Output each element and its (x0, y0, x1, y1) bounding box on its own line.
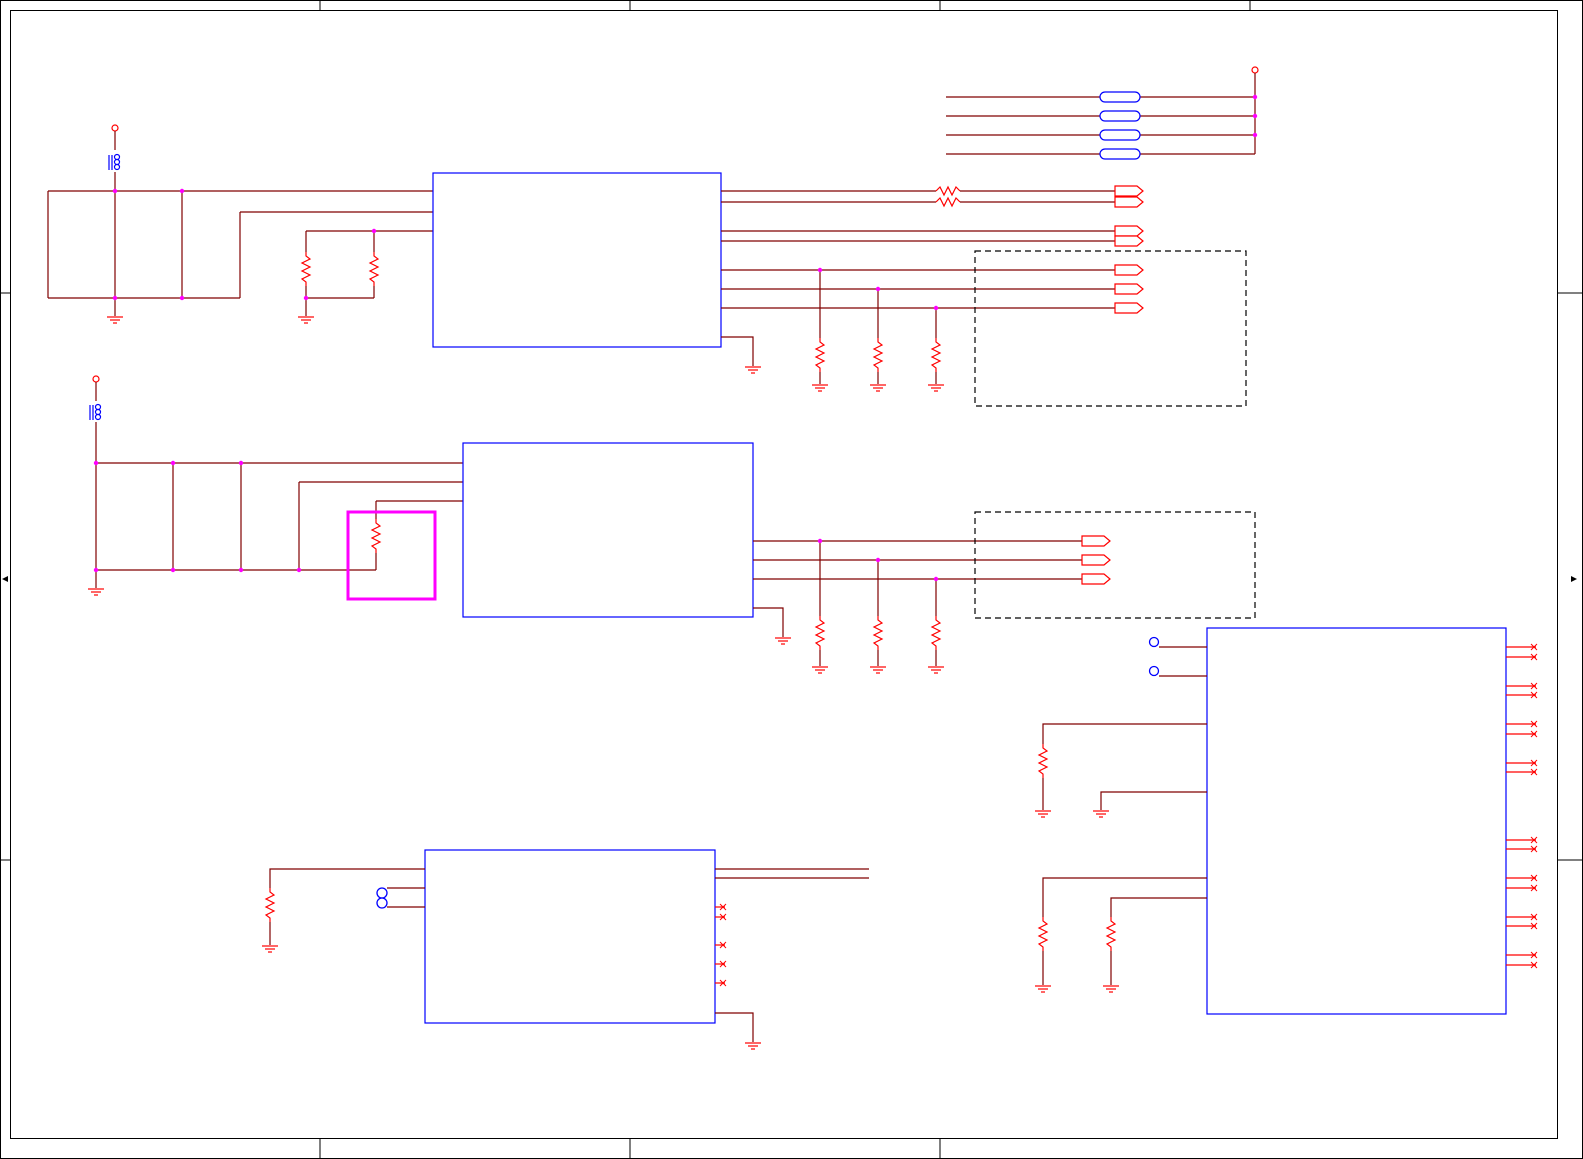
ic-block-4 (1206, 627, 1507, 1015)
resistor-icon (1038, 743, 1048, 779)
ground-icon (1102, 985, 1120, 993)
power-flag-icon (92, 375, 100, 383)
ground-icon (811, 384, 829, 392)
fuse-icon (1099, 148, 1141, 160)
right-pin-stubs (1506, 643, 1538, 969)
port-icon (1114, 225, 1144, 237)
resistor-icon (301, 251, 311, 287)
port-icon (1081, 554, 1111, 566)
resistor-icon (873, 615, 883, 651)
ground-icon (927, 666, 945, 674)
test-point-icon (1148, 636, 1160, 648)
resistor-icon (1106, 916, 1116, 952)
power-flag-icon (111, 124, 119, 132)
ground-icon (106, 316, 124, 324)
fuse-icon (1099, 91, 1141, 103)
ground-icon (744, 1042, 762, 1050)
ground-icon (869, 384, 887, 392)
ic-section-4 (1034, 627, 1538, 1015)
test-point-icon (376, 887, 388, 899)
ic-section-3 (261, 849, 869, 1050)
power-section-2 (87, 375, 1256, 674)
port-icon (1114, 235, 1144, 247)
port-icon (1114, 264, 1144, 276)
port-icon (1114, 283, 1144, 295)
resistor-icon (265, 887, 275, 923)
test-point-icon (376, 897, 388, 909)
resistor-icon (815, 615, 825, 651)
ground-icon (261, 945, 279, 953)
ground-icon (927, 384, 945, 392)
resistor-icon (1038, 916, 1048, 952)
port-icon (1081, 573, 1111, 585)
test-point-icon (1148, 665, 1160, 677)
ground-icon (774, 637, 792, 645)
resistor-icon (369, 251, 379, 287)
ground-icon (1034, 810, 1052, 818)
ground-icon (1034, 985, 1052, 993)
highlight-box (346, 510, 437, 601)
port-icon (1081, 535, 1111, 547)
ferrite-bead-icon (108, 153, 121, 171)
dashed-group-2 (974, 511, 1256, 619)
resistor-icon (935, 196, 961, 208)
ferrite-bead-icon (89, 403, 102, 421)
port-icon (1114, 302, 1144, 314)
fuse-icon (1099, 110, 1141, 122)
resistor-icon (371, 518, 381, 554)
resistor-icon (935, 185, 961, 197)
resistor-icon (873, 337, 883, 373)
resistor-icon (931, 615, 941, 651)
ground-icon (744, 366, 762, 374)
fuse-icon (1099, 129, 1141, 141)
resistor-icon (931, 337, 941, 373)
ic-block-1 (432, 172, 722, 348)
power-flag-icon (1251, 66, 1259, 74)
schematic-canvas (0, 0, 1583, 1159)
ground-icon (87, 588, 105, 596)
port-icon (1114, 185, 1144, 197)
ground-icon (869, 666, 887, 674)
ic-block-3 (424, 849, 716, 1024)
ground-icon (297, 316, 315, 324)
power-section-1 (39, 124, 1247, 407)
ic-block-2 (462, 442, 754, 618)
ground-icon (811, 666, 829, 674)
ground-icon (1092, 810, 1110, 818)
port-icon (1114, 196, 1144, 208)
fuse-bank (946, 66, 1259, 160)
dashed-group-1 (974, 250, 1247, 407)
resistor-icon (815, 337, 825, 373)
